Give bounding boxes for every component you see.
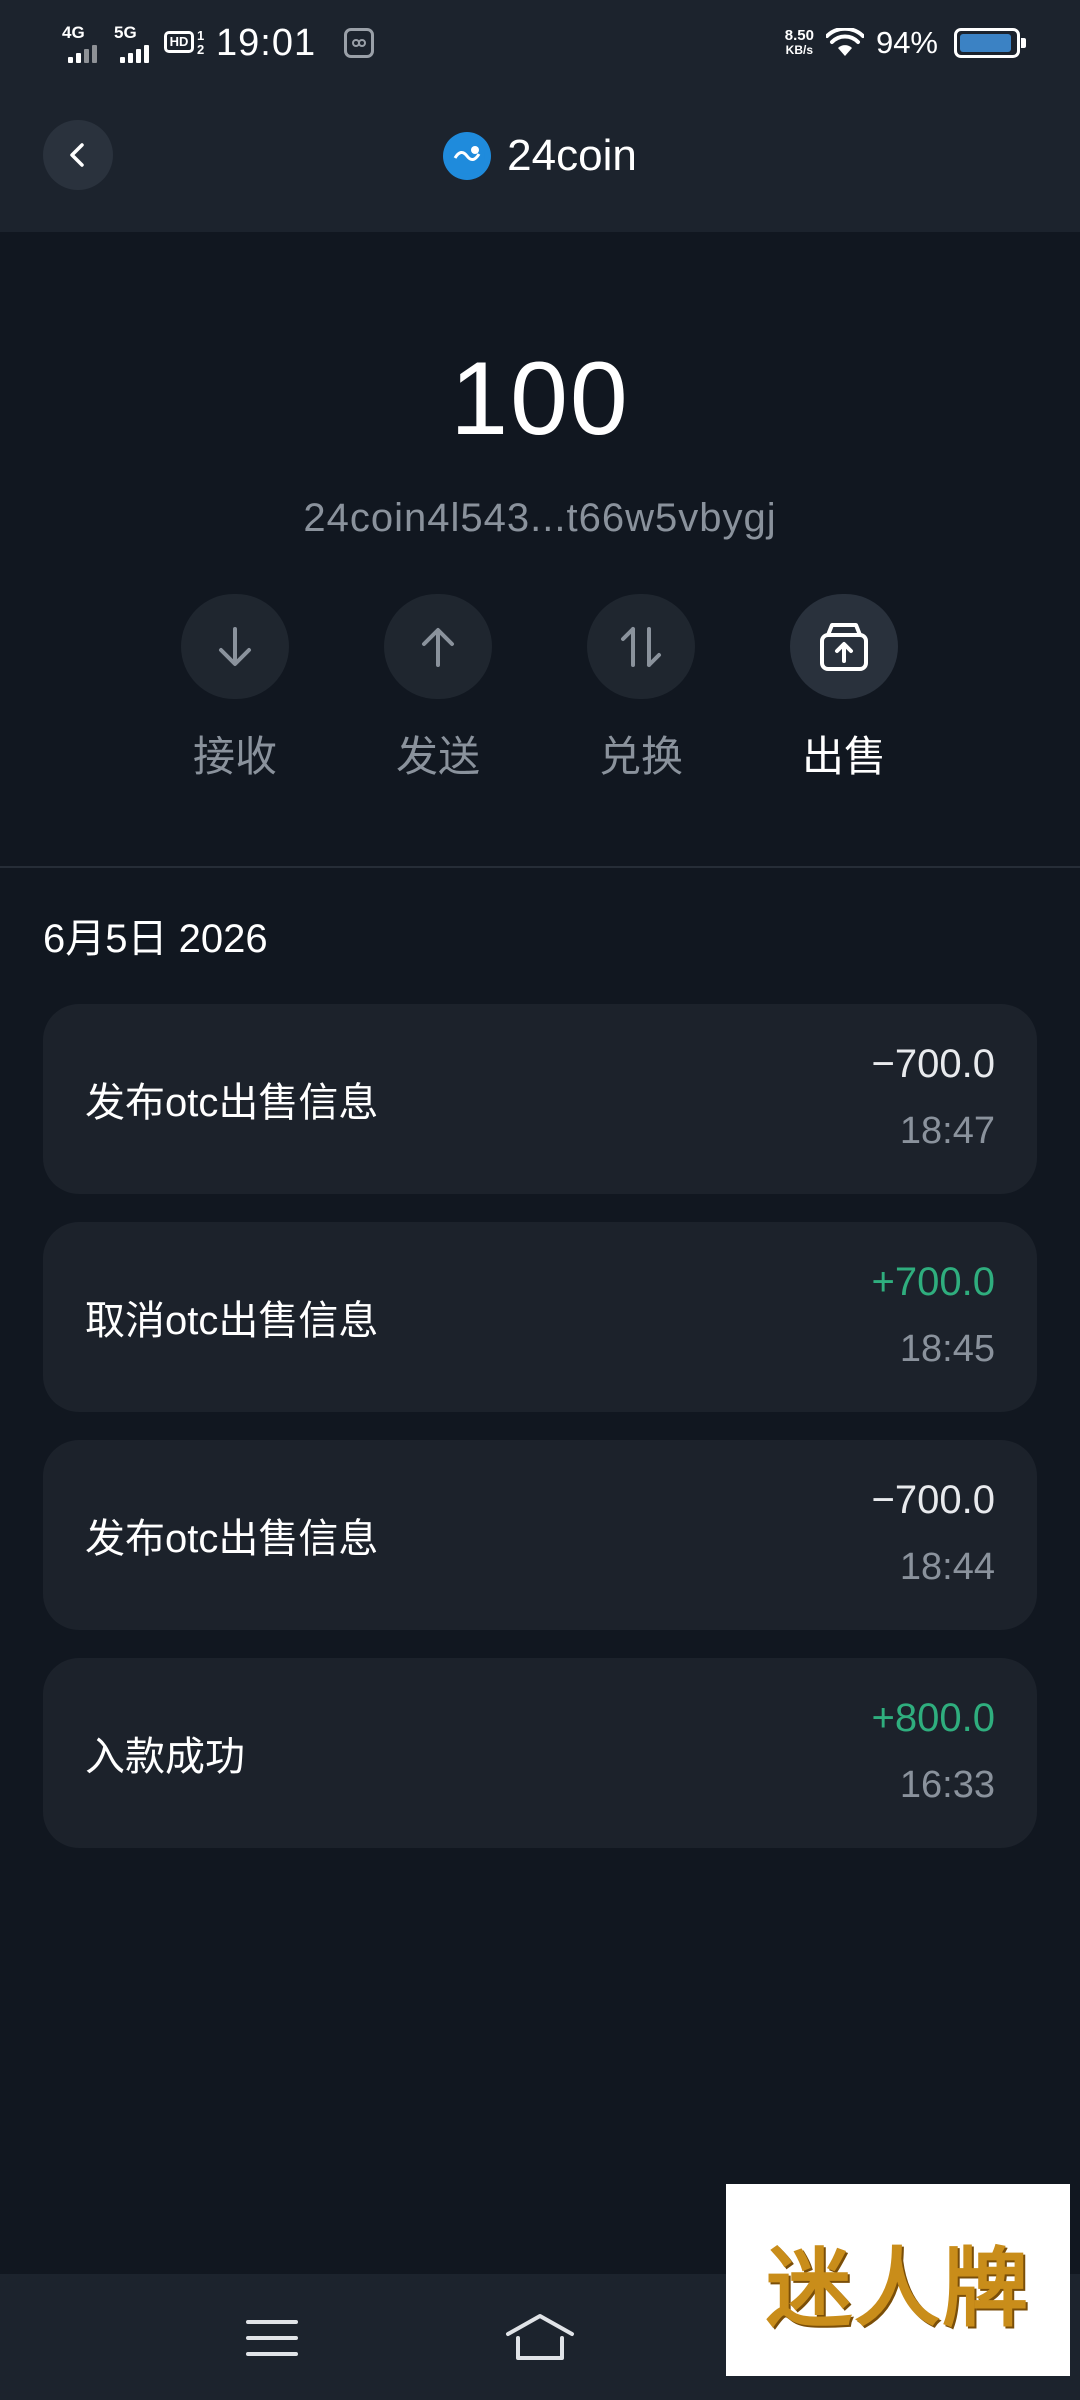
send-button-circle [384, 594, 492, 699]
transaction-row[interactable]: 发布otc出售信息 −700.0 18:44 [43, 1440, 1037, 1630]
sell-box-icon [820, 622, 868, 671]
transaction-row[interactable]: 取消otc出售信息 +700.0 18:45 [43, 1222, 1037, 1412]
wallet-balance: 100 [450, 341, 630, 457]
transaction-time: 18:45 [899, 1328, 995, 1370]
sell-button[interactable]: 出售 [764, 594, 924, 784]
transaction-date-heading: 6月5日 2026 [43, 917, 268, 961]
sell-label: 出售 [801, 733, 886, 780]
send-label: 发送 [395, 733, 480, 780]
transaction-list: 发布otc出售信息 −700.0 18:47 取消otc出售信息 +700.0 … [43, 1004, 1037, 1876]
hd-sub-1: 1 [197, 28, 205, 43]
sell-button-circle [790, 594, 898, 699]
header-title-group: 24coin [0, 126, 1080, 186]
cellular-4g-icon: 4G [60, 23, 104, 63]
status-right: 8.50 KB/s 94% [785, 18, 1026, 68]
menu-icon[interactable] [244, 2314, 300, 2362]
transaction-description: 发布otc出售信息 [85, 1517, 379, 1561]
status-left: 4G 5G HD 12 19:01 [60, 18, 375, 68]
24coin-logo-icon [443, 132, 492, 180]
battery-percent: 94% [875, 25, 938, 60]
hd-sub-2: 2 [197, 42, 205, 57]
notification-app-icon [344, 28, 375, 58]
home-icon[interactable] [504, 2310, 576, 2364]
watermark-text: 迷人牌 [766, 2237, 1030, 2339]
transaction-amount: −700.0 [871, 1042, 995, 1086]
watermark-image: 迷人牌 [726, 2184, 1070, 2376]
hd-label: HD [164, 31, 194, 53]
arrow-up-icon [422, 627, 454, 667]
receive-label: 接收 [192, 733, 277, 780]
transaction-time: 18:47 [899, 1110, 995, 1152]
page-title: 24coin [507, 131, 637, 180]
battery-fill [960, 34, 1011, 52]
app-header: 24coin [0, 86, 1080, 232]
transaction-row[interactable]: 发布otc出售信息 −700.0 18:47 [43, 1004, 1037, 1194]
transaction-amount: +800.0 [871, 1696, 995, 1740]
section-divider [0, 866, 1080, 868]
network-speed: 8.50 KB/s [785, 28, 814, 58]
network-label-5g: 5G [114, 23, 137, 42]
transaction-description: 发布otc出售信息 [85, 1081, 379, 1125]
receive-button[interactable]: 接收 [155, 594, 315, 784]
transaction-amount: −700.0 [871, 1478, 995, 1522]
transaction-description: 入款成功 [85, 1735, 245, 1779]
network-label-4g: 4G [62, 23, 85, 42]
wifi-icon [825, 28, 864, 56]
swap-label: 兑换 [598, 733, 683, 780]
transaction-row[interactable]: 入款成功 +800.0 16:33 [43, 1658, 1037, 1848]
transaction-amount: +700.0 [871, 1260, 995, 1304]
transaction-description: 取消otc出售信息 [85, 1299, 379, 1343]
swap-button[interactable]: 兑换 [561, 594, 721, 784]
network-speed-unit: KB/s [785, 43, 814, 57]
arrow-down-icon [219, 626, 251, 666]
status-bar: 4G 5G HD 12 19:01 8.50 KB/s 94% [0, 0, 1080, 86]
receive-button-circle [181, 594, 289, 699]
network-speed-value: 8.50 [784, 27, 814, 44]
cellular-5g-icon: 5G [112, 23, 156, 63]
swap-button-circle [587, 594, 695, 699]
hd-voice-icon: HD 12 [164, 23, 206, 63]
send-button[interactable]: 发送 [358, 594, 518, 784]
status-time: 19:01 [216, 21, 317, 64]
transaction-time: 16:33 [899, 1764, 995, 1806]
wallet-address[interactable]: 24coin4l543...t66w5vbygj [0, 496, 1080, 541]
battery-icon [954, 28, 1026, 58]
transaction-time: 18:44 [899, 1546, 995, 1588]
swap-icon [621, 626, 661, 667]
wallet-actions: 接收 发送 兑换 出售 [0, 594, 1080, 784]
